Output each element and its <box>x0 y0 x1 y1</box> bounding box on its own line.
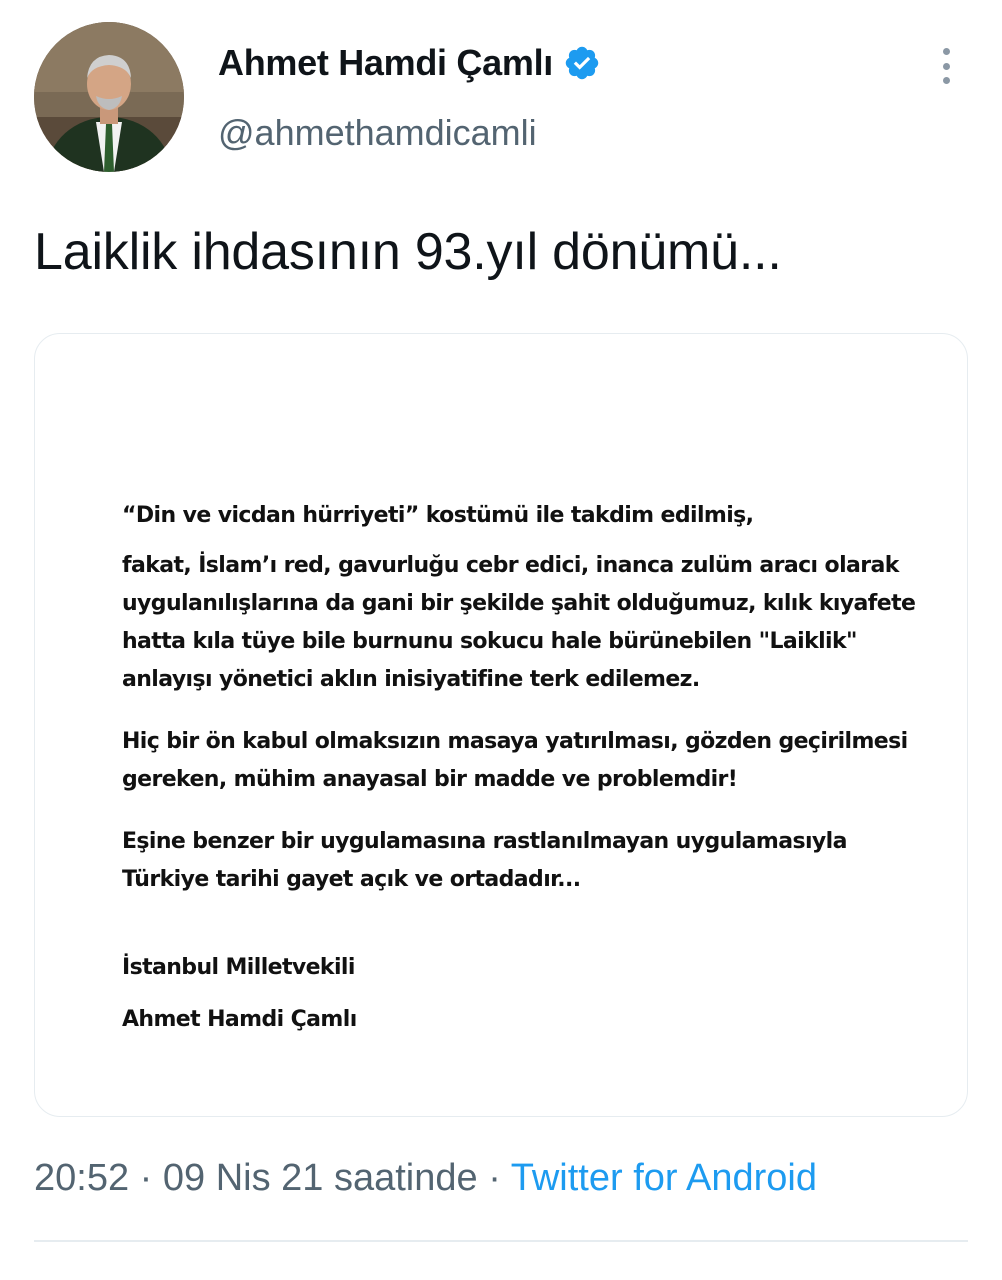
display-name[interactable]: Ahmet Hamdi Çamlı <box>218 42 601 84</box>
signature-name: Ahmet Hamdi Çamlı <box>122 1007 357 1032</box>
statement-line: anlayışı yönetici aklın inisiyatifine te… <box>122 667 700 692</box>
statement-line: uygulanılışlarına da gani bir şekilde şa… <box>122 591 916 616</box>
statement-line: Eşine benzer bir uygulamasına rastlanılm… <box>122 829 847 854</box>
statement-paragraph: Eşine benzer bir uygulamasına rastlanılm… <box>122 823 922 899</box>
statement-line: hatta kıla tüye bile burnunu sokucu hale… <box>122 629 857 654</box>
statement-line: Hiç bir ön kabul olmaksızın masaya yatır… <box>122 729 908 754</box>
statement-paragraph: fakat, İslam’ı red, gavurluğu cebr edici… <box>122 547 922 699</box>
signature-title: İstanbul Milletvekili <box>122 955 355 980</box>
divider <box>34 1240 968 1242</box>
tweet-date[interactable]: 09 Nis 21 saatinde <box>163 1157 478 1199</box>
statement-line: fakat, İslam’ı red, gavurluğu cebr edici… <box>122 553 899 578</box>
tweet-meta: 20:52 · 09 Nis 21 saatinde · Twitter for… <box>34 1157 817 1200</box>
statement-line: gereken, mühim anayasal bir madde ve pro… <box>122 767 738 792</box>
display-name-text: Ahmet Hamdi Çamlı <box>218 42 553 83</box>
tweet-time[interactable]: 20:52 <box>34 1157 129 1199</box>
tweet-text: Laiklik ihdasının 93.yıl dönümü... <box>34 223 782 281</box>
avatar[interactable] <box>34 22 184 172</box>
statement-paragraph: Hiç bir ön kabul olmaksızın masaya yatır… <box>122 723 922 799</box>
more-vertical-icon <box>942 48 950 55</box>
user-handle[interactable]: @ahmethamdicamli <box>218 112 537 154</box>
tweet-media-image[interactable]: “Din ve vicdan hürriyeti” kostümü ile ta… <box>34 333 968 1117</box>
avatar-photo <box>34 22 184 172</box>
meta-separator: · <box>139 1157 153 1199</box>
meta-separator: · <box>488 1157 501 1199</box>
more-options-button[interactable] <box>930 44 962 88</box>
statement-line: Türkiye tarihi gayet açık ve ortadadır..… <box>122 867 581 892</box>
verified-badge-icon <box>565 46 599 80</box>
more-vertical-icon-dot <box>942 62 950 70</box>
more-vertical-icon-dot <box>942 77 950 84</box>
statement-line: “Din ve vicdan hürriyeti” kostümü ile ta… <box>122 503 754 528</box>
tweet-source-link[interactable]: Twitter for Android <box>511 1157 817 1199</box>
statement-text: “Din ve vicdan hürriyeti” kostümü ile ta… <box>122 497 922 1039</box>
